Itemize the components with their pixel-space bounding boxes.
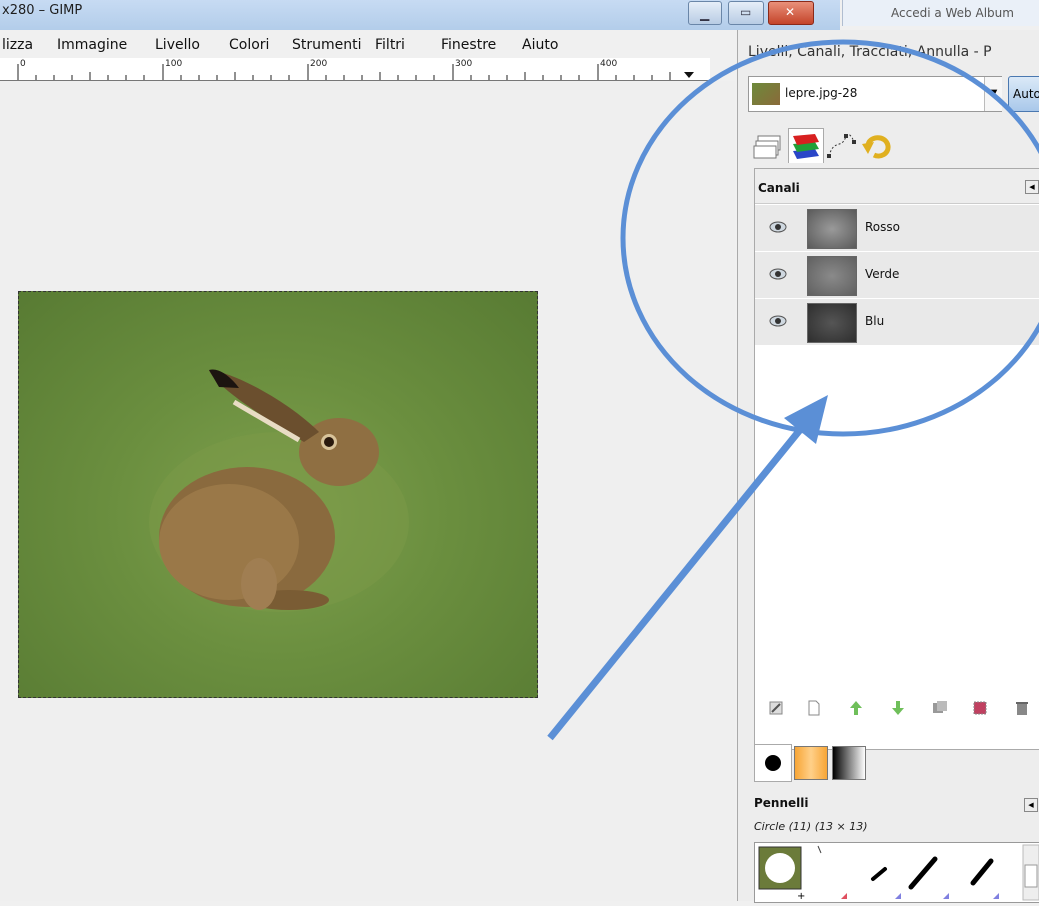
annotation-overlay (547, 39, 1039, 741)
annotation-arrow-line (547, 417, 811, 741)
annotation-circle (620, 39, 1039, 437)
